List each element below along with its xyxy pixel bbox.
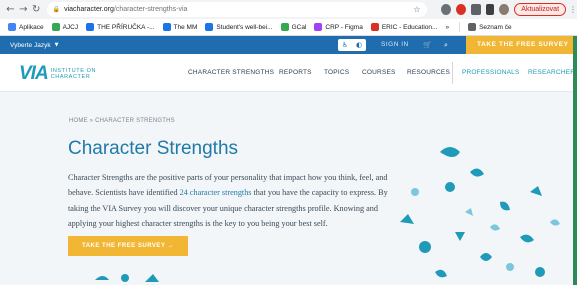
decorative-icon bbox=[506, 263, 514, 271]
extension-icon[interactable] bbox=[470, 4, 481, 15]
decorative-icon bbox=[411, 188, 419, 196]
back-icon[interactable]: ← bbox=[4, 3, 17, 17]
bookmark-favicon bbox=[370, 23, 379, 31]
profile-avatar[interactable] bbox=[499, 4, 510, 15]
breadcrumb[interactable]: HOME » CHARACTER STRENGTHS bbox=[69, 118, 175, 124]
decorative-icon bbox=[400, 214, 414, 224]
wheelchair-icon: ♿ bbox=[341, 41, 349, 49]
bookmark-favicon bbox=[86, 23, 95, 31]
lock-icon: 🔒 bbox=[52, 6, 61, 13]
puzzle-extensions-icon[interactable] bbox=[485, 4, 495, 15]
bookmark-label: CRP - Figma bbox=[325, 23, 363, 31]
nav-courses[interactable]: COURSES bbox=[362, 54, 396, 92]
nav-topics[interactable]: TOPICS bbox=[324, 54, 349, 92]
nav-reports[interactable]: REPORTS bbox=[279, 54, 312, 92]
bookmark-label: GCal bbox=[291, 23, 307, 31]
apps-grid-icon bbox=[8, 23, 16, 31]
reading-list-icon bbox=[468, 23, 477, 31]
bookmark-favicon bbox=[280, 23, 289, 31]
extension-icon[interactable] bbox=[440, 4, 451, 15]
logo-mark: VIA bbox=[19, 63, 49, 84]
decorative-icon bbox=[435, 269, 447, 278]
window-edge bbox=[573, 36, 577, 285]
strengths-link[interactable]: 24 character strengths bbox=[180, 188, 252, 197]
bookmark-item[interactable]: CRP - Figma bbox=[314, 23, 363, 31]
logo-text: INSTITUTE ON CHARACTER bbox=[51, 68, 96, 80]
main-nav: VIA INSTITUTE ON CHARACTER CHARACTER STR… bbox=[0, 54, 577, 92]
decorative-icon bbox=[440, 147, 460, 157]
decorative-icon bbox=[500, 201, 510, 211]
reading-list-label: Seznam če bbox=[479, 23, 512, 31]
more-menu-icon[interactable]: ⋮ bbox=[569, 5, 577, 14]
bookmark-item[interactable]: ERIC - Education... bbox=[370, 23, 438, 31]
decorative-icon bbox=[550, 219, 560, 226]
bookmark-label: THE PŘÍRUČKA -... bbox=[97, 23, 155, 31]
nav-researchers[interactable]: RESEARCHERS bbox=[528, 54, 577, 92]
decorative-icon bbox=[535, 267, 545, 277]
decorative-icon bbox=[121, 274, 129, 282]
decorative-icon bbox=[490, 224, 500, 231]
hearing-icon: ◐ bbox=[355, 41, 363, 49]
decorative-icon bbox=[445, 182, 455, 192]
address-bar[interactable]: 🔒 viacharacter.org /character-strengths-… bbox=[46, 2, 427, 17]
strength-icons-illustration bbox=[400, 147, 560, 278]
bookmark-label: Aplikace bbox=[19, 23, 44, 31]
search-icon[interactable]: ⌕ bbox=[444, 36, 448, 54]
forward-icon[interactable]: → bbox=[17, 3, 30, 17]
reload-icon[interactable]: ↻ bbox=[30, 3, 43, 17]
language-label: Vyberte Jazyk bbox=[10, 41, 51, 49]
site-utility-bar: Vyberte Jazyk ▼ ♿ ◐ SIGN IN 🛒 ⌕ TAKE THE… bbox=[0, 36, 577, 54]
decorative-icon bbox=[95, 276, 109, 280]
update-button[interactable]: Aktualizovat bbox=[514, 3, 567, 16]
logo[interactable]: VIA INSTITUTE ON CHARACTER bbox=[19, 63, 96, 85]
logo-line: CHARACTER bbox=[50, 74, 91, 80]
divider bbox=[452, 62, 453, 84]
decorative-icon bbox=[455, 232, 465, 241]
hero-section: HOME » CHARACTER STRENGTHS Character Str… bbox=[0, 92, 577, 285]
bookmark-label: The MM bbox=[173, 23, 198, 31]
intro-paragraph: Character Strengths are the positive par… bbox=[68, 170, 408, 232]
language-select[interactable]: Vyberte Jazyk ▼ bbox=[10, 42, 58, 49]
bookmark-item[interactable]: GCal bbox=[280, 23, 307, 31]
bookmark-favicon bbox=[205, 23, 214, 31]
pinterest-extension-icon[interactable] bbox=[455, 4, 466, 15]
decorative-icon bbox=[419, 241, 431, 253]
url-host: viacharacter.org bbox=[64, 6, 114, 13]
bookmark-item[interactable]: Student's well-bei... bbox=[205, 23, 273, 31]
nav-character-strengths[interactable]: CHARACTER STRENGTHS bbox=[188, 54, 274, 92]
bookmark-favicon bbox=[51, 23, 60, 31]
bookmark-item[interactable]: THE PŘÍRUČKA -... bbox=[86, 23, 155, 31]
reading-list[interactable]: Seznam če bbox=[468, 23, 512, 31]
figma-icon bbox=[314, 23, 323, 31]
bookmark-item[interactable]: Aplikace bbox=[8, 23, 44, 31]
nav-professionals[interactable]: PROFESSIONALS bbox=[462, 54, 520, 92]
bookmark-item[interactable]: The MM bbox=[162, 23, 198, 31]
url-path: /character-strengths-via bbox=[113, 6, 188, 13]
bookmark-star-icon[interactable]: ☆ bbox=[413, 5, 420, 14]
decorative-icon bbox=[480, 253, 492, 261]
strength-icons-illustration bbox=[95, 274, 159, 282]
page-title: Character Strengths bbox=[68, 138, 239, 159]
bookmark-label: AJCJ bbox=[62, 23, 79, 31]
browser-toolbar: ← → ↻ 🔒 viacharacter.org /character-stre… bbox=[0, 0, 577, 19]
bookmark-label: Student's well-bei... bbox=[216, 23, 273, 31]
take-survey-button[interactable]: TAKE THE FREE SURVEY bbox=[466, 36, 577, 54]
chevron-down-icon: ▼ bbox=[54, 42, 59, 48]
decorative-icon bbox=[145, 274, 159, 282]
bookmarks-bar: Aplikace AJCJ THE PŘÍRUČKA -... The MM S… bbox=[0, 19, 577, 36]
decorative-icon bbox=[530, 186, 542, 196]
cart-icon[interactable]: 🛒 bbox=[423, 36, 432, 54]
decorative-icon bbox=[520, 234, 534, 243]
bookmarks-overflow[interactable]: » bbox=[445, 24, 449, 31]
accessibility-icon[interactable]: ♿ ◐ bbox=[338, 39, 366, 51]
divider bbox=[459, 22, 461, 32]
decorative-icon bbox=[465, 208, 473, 216]
bookmark-favicon bbox=[162, 23, 171, 31]
bookmark-label: ERIC - Education... bbox=[381, 23, 438, 31]
sign-in-link[interactable]: SIGN IN bbox=[381, 36, 409, 54]
decorative-icon bbox=[470, 168, 484, 177]
bookmark-item[interactable]: AJCJ bbox=[51, 23, 79, 31]
take-free-survey-button[interactable]: TAKE THE FREE SURVEY → bbox=[68, 236, 188, 256]
nav-resources[interactable]: RESOURCES bbox=[407, 54, 450, 92]
